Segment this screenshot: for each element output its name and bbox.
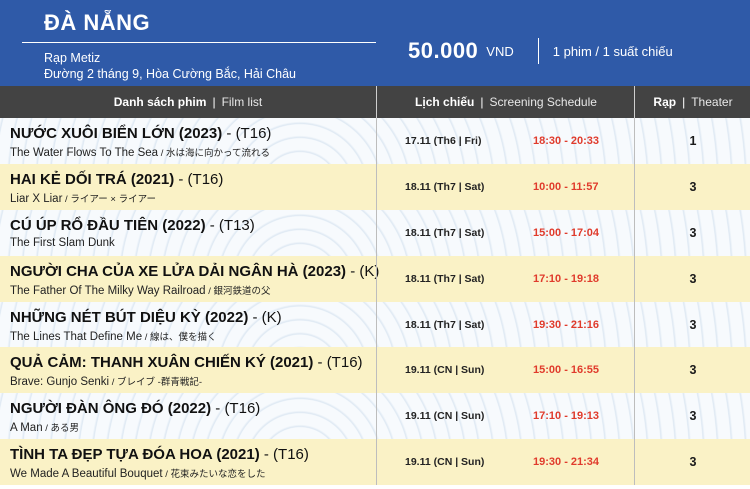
- price-divider: [537, 38, 539, 64]
- screening-date: 18.11 (Th7 | Sat): [405, 318, 485, 331]
- schedule-cell: 19.11 (CN | Sun) 17:10 - 19:13: [376, 393, 635, 440]
- theater-header-vi: Rạp: [653, 95, 677, 109]
- film-subtitle: The First Slam Dunk: [10, 236, 115, 249]
- schedule-column-header: Lịch chiếu | Screening Schedule: [376, 86, 635, 118]
- table-row: NGƯỜI ĐÀN ÔNG ĐÓ (2022) - (T16) A Man / …: [0, 393, 750, 440]
- film-subtitle: The Lines That Define Me / 線は、僕を描く: [10, 330, 217, 343]
- theater-number: 3: [634, 347, 750, 394]
- film-subtitle: We Made A Beautiful Bouquet / 花束みたいな恋をした: [10, 468, 266, 481]
- schedule-cell: 19.11 (CN | Sun) 19:30 - 21:34: [376, 439, 635, 486]
- screening-date: 18.11 (Th7 | Sat): [405, 226, 485, 239]
- table-row: NHỮNG NÉT BÚT DIỆU KỲ (2022) - (K) The L…: [0, 301, 750, 348]
- film-table: NƯỚC XUÔI BIỂN LỚN (2023) - (T16) The Wa…: [0, 118, 750, 486]
- schedule-cell: 18.11 (Th7 | Sat) 10:00 - 11:57: [376, 163, 635, 210]
- screening-time: 19:30 - 21:34: [533, 456, 600, 469]
- table-row: NGƯỜI CHA CỦA XE LỬA DẢI NGÂN HÀ (2023) …: [0, 255, 750, 302]
- film-title: NHỮNG NÉT BÚT DIỆU KỲ (2022) - (K): [10, 308, 282, 326]
- theater-number: 3: [634, 393, 750, 440]
- screening-time: 17:10 - 19:18: [533, 272, 600, 285]
- theater-number: 3: [634, 301, 750, 348]
- theater-number: 3: [634, 163, 750, 210]
- film-title: NƯỚC XUÔI BIỂN LỚN (2023) - (T16): [10, 125, 272, 142]
- film-cell: NHỮNG NÉT BÚT DIỆU KỲ (2022) - (K) The L…: [0, 302, 376, 348]
- table-row: HAI KẺ DỐI TRÁ (2021) - (T16) Liar X Lia…: [0, 163, 750, 210]
- theater-header-en: Theater: [691, 95, 733, 109]
- screening-date: 18.11 (Th7 | Sat): [405, 272, 485, 285]
- screening-time: 10:00 - 11:57: [533, 180, 599, 193]
- venue-name: Rạp Metiz: [44, 51, 101, 65]
- price-block: 50.000 VND 1 phim / 1 suất chiếu: [408, 36, 673, 66]
- schedule-cell: 17.11 (Th6 | Fri) 18:30 - 20:33: [376, 118, 635, 164]
- film-subtitle: Liar X Liar / ライアー × ライアー: [10, 192, 157, 205]
- ticket-price: 50.000: [408, 38, 479, 63]
- screening-date: 17.11 (Th6 | Fri): [405, 134, 482, 147]
- venue-info: Rạp Metiz Đường 2 tháng 9, Hòa Cường Bắc…: [44, 50, 296, 82]
- header-divider: [22, 42, 376, 43]
- schedule-header-en: Screening Schedule: [489, 95, 597, 109]
- film-title: TÌNH TA ĐẸP TỰA ĐÓA HOA (2021) - (T16): [10, 446, 309, 464]
- screening-time: 19:30 - 21:16: [533, 318, 600, 331]
- currency: VND: [486, 43, 514, 59]
- film-subtitle: The Water Flows To The Sea / 水は海に向かって流れる: [10, 147, 271, 159]
- screening-date: 19.11 (CN | Sun): [405, 410, 485, 423]
- film-cell: HAI KẺ DỐI TRÁ (2021) - (T16) Liar X Lia…: [0, 164, 376, 210]
- film-subtitle: Brave: Gunjo Senki / ブレイブ -群青戦記-: [10, 376, 202, 389]
- film-title: NGƯỜI CHA CỦA XE LỬA DẢI NGÂN HÀ (2023) …: [10, 262, 380, 280]
- film-cell: NGƯỜI ĐÀN ÔNG ĐÓ (2022) - (T16) A Man / …: [0, 393, 376, 439]
- film-title: CÚ ÚP RỔ ĐẦU TIÊN (2022) - (T13): [10, 216, 255, 234]
- film-cell: CÚ ÚP RỔ ĐẦU TIÊN (2022) - (T13) The Fir…: [0, 210, 376, 256]
- screening-time: 15:00 - 17:04: [533, 226, 600, 239]
- theater-number: 3: [634, 255, 750, 302]
- screening-date: 19.11 (CN | Sun): [405, 456, 485, 469]
- schedule-cell: 18.11 (Th7 | Sat) 17:10 - 19:18: [376, 255, 635, 302]
- venue-address: Đường 2 tháng 9, Hòa Cường Bắc, Hải Châu: [44, 67, 297, 81]
- film-column-header: Danh sách phim | Film list: [113, 95, 263, 109]
- theater-number: 1: [634, 118, 750, 164]
- film-cell: QUẢ CẢM: THANH XUÂN CHIẾN KÝ (2021) - (T…: [0, 347, 376, 393]
- ticket-note: 1 phim / 1 suất chiếu: [552, 43, 673, 59]
- film-header-en: Film list: [221, 95, 263, 109]
- schedule-cell: 18.11 (Th7 | Sat) 19:30 - 21:16: [376, 301, 635, 348]
- film-subtitle: A Man / ある男: [10, 422, 80, 435]
- film-title: HAI KẺ DỐI TRÁ (2021) - (T16): [10, 170, 224, 188]
- film-title: QUẢ CẢM: THANH XUÂN CHIẾN KÝ (2021) - (T…: [10, 354, 363, 372]
- theater-number: 3: [634, 209, 750, 256]
- table-row: CÚ ÚP RỔ ĐẦU TIÊN (2022) - (T13) The Fir…: [0, 209, 750, 256]
- header-banner: ĐÀ NẴNG Rạp Metiz Đường 2 tháng 9, Hòa C…: [0, 0, 750, 86]
- table-row: TÌNH TA ĐẸP TỰA ĐÓA HOA (2021) - (T16) W…: [0, 439, 750, 486]
- table-header: Danh sách phim | Film list Lịch chiếu | Scre…: [0, 86, 750, 118]
- schedule-cell: 18.11 (Th7 | Sat) 15:00 - 17:04: [376, 209, 635, 256]
- city-title: ĐÀ NẴNG: [44, 10, 151, 35]
- screening-date: 18.11 (Th7 | Sat): [405, 180, 485, 193]
- screening-time: 18:30 - 20:33: [533, 134, 600, 147]
- theater-number: 3: [634, 439, 750, 486]
- table-row: NƯỚC XUÔI BIỂN LỚN (2023) - (T16) The Wa…: [0, 118, 750, 164]
- film-cell: TÌNH TA ĐẸP TỰA ĐÓA HOA (2021) - (T16) W…: [0, 439, 376, 485]
- film-subtitle: The Father Of The Milky Way Railroad / 銀…: [10, 284, 271, 297]
- screening-time: 15:00 - 16:55: [533, 364, 600, 377]
- screening-time: 17:10 - 19:13: [533, 410, 600, 423]
- theater-column-header: Rạp | Theater: [634, 86, 750, 118]
- film-header-vi: Danh sách phim: [113, 95, 207, 109]
- film-title: NGƯỜI ĐÀN ÔNG ĐÓ (2022) - (T16): [10, 400, 261, 418]
- screening-date: 19.11 (CN | Sun): [405, 364, 485, 377]
- schedule-header-vi: Lịch chiếu: [415, 95, 475, 109]
- table-row: QUẢ CẢM: THANH XUÂN CHIẾN KÝ (2021) - (T…: [0, 347, 750, 394]
- film-cell: NGƯỜI CHA CỦA XE LỬA DẢI NGÂN HÀ (2023) …: [0, 256, 380, 302]
- schedule-cell: 19.11 (CN | Sun) 15:00 - 16:55: [376, 347, 635, 394]
- film-cell: NƯỚC XUÔI BIỂN LỚN (2023) - (T16) The Wa…: [0, 118, 376, 164]
